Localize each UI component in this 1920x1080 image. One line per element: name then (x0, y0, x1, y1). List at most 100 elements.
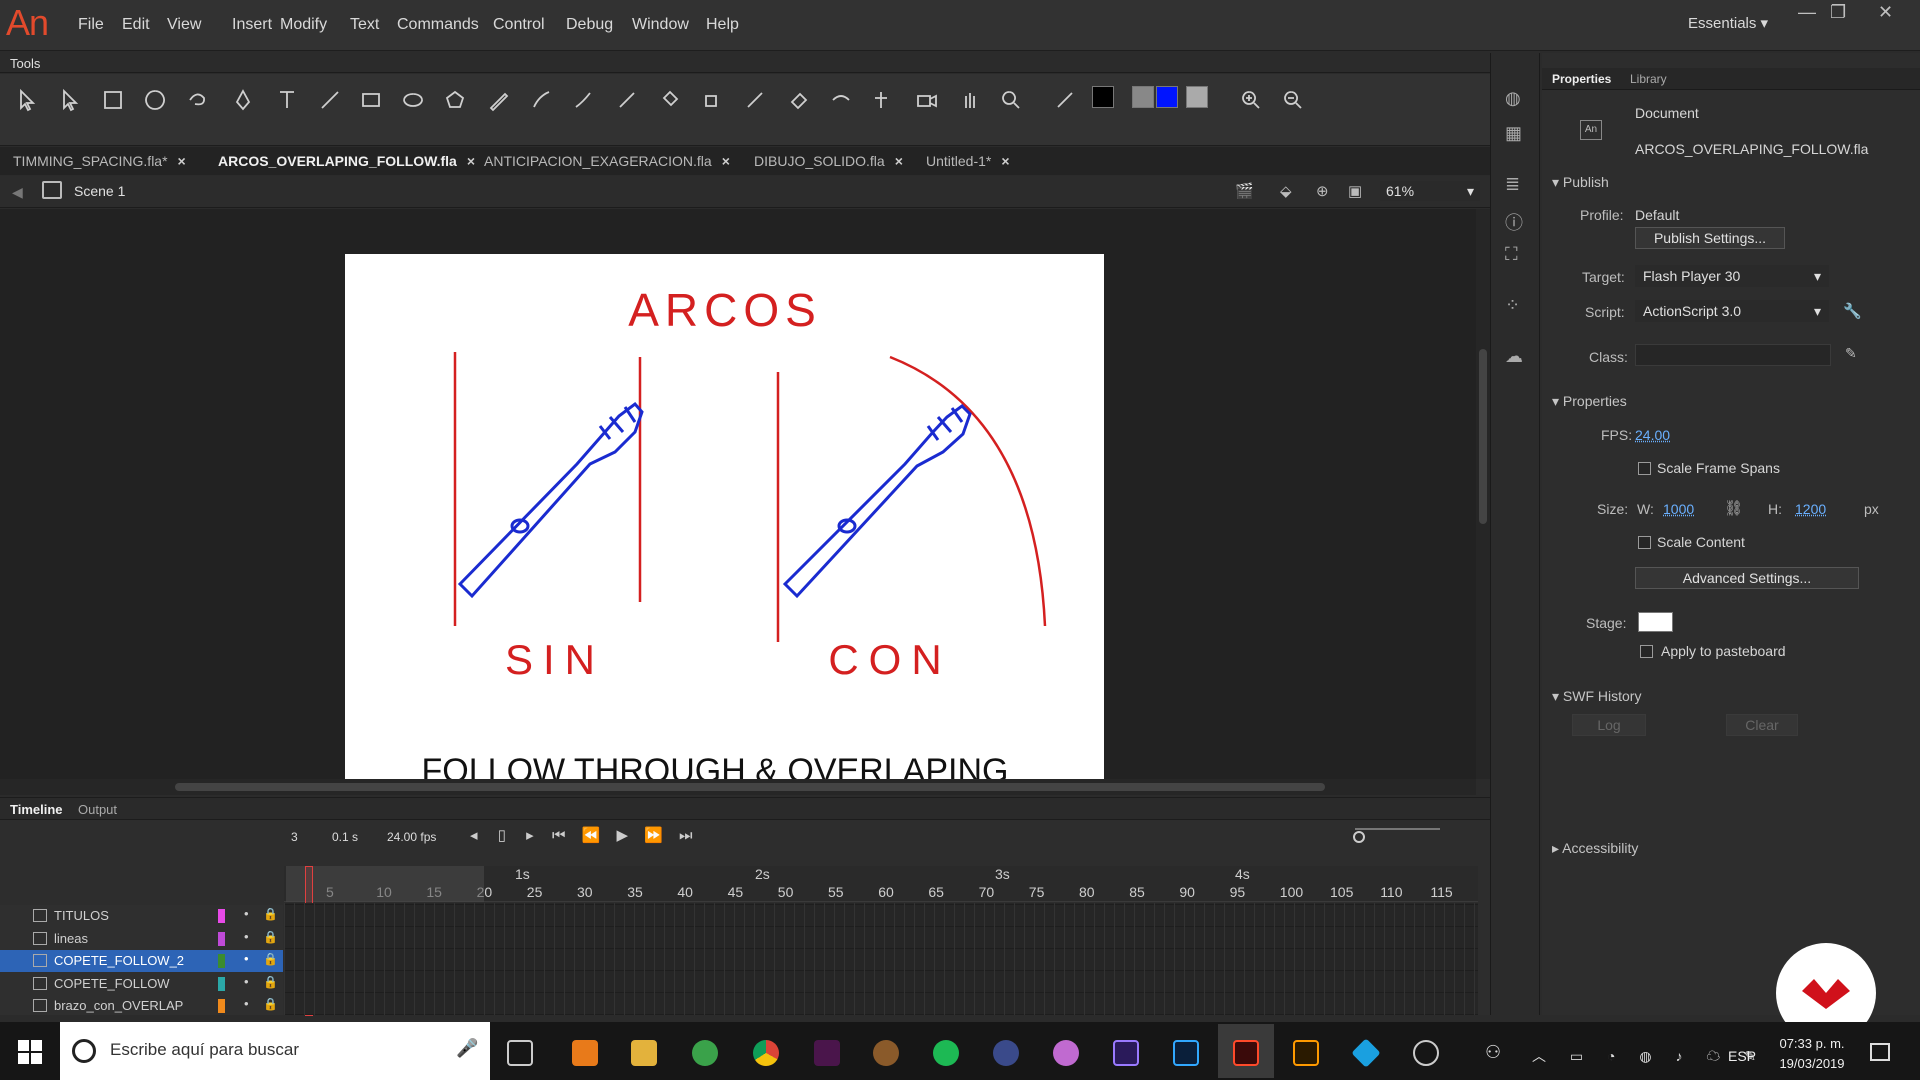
script-dropdown[interactable]: ActionScript 3.0 ▾ (1635, 300, 1829, 322)
after-effects-icon[interactable] (1113, 1040, 1139, 1066)
close-tab-icon[interactable]: × (178, 153, 186, 169)
task-view-icon[interactable] (507, 1040, 533, 1066)
zoom-out-icon[interactable] (1278, 85, 1308, 115)
3d-rotation-icon[interactable] (140, 85, 170, 115)
tab-document-1[interactable]: ARCOS_OVERLAPING_FOLLOW.fla × (218, 147, 475, 175)
brush-tool-icon[interactable] (526, 85, 556, 115)
visibility-dot-icon[interactable]: • (244, 906, 249, 921)
visibility-dot-icon[interactable]: • (244, 974, 249, 989)
close-tab-icon[interactable]: × (895, 153, 903, 169)
height-value[interactable]: 1200 (1795, 501, 1826, 517)
visibility-dot-icon[interactable]: • (244, 929, 249, 944)
visibility-dot-icon[interactable]: • (244, 951, 249, 966)
vertical-scrollbar[interactable] (1476, 209, 1490, 779)
layer-color-swatch[interactable] (218, 999, 225, 1013)
app-icon-1[interactable] (572, 1040, 598, 1066)
layer-row[interactable]: COPETE_FOLLOW_2 • 🔒 (0, 950, 283, 972)
scroll-thumb[interactable] (1479, 349, 1487, 524)
menu-insert[interactable]: Insert (232, 16, 272, 34)
taskbar-search[interactable]: Escribe aquí para buscar 🎤 (60, 1022, 490, 1080)
tab-library[interactable]: Library (1630, 72, 1667, 86)
layer-row[interactable]: brazo_con_OVERLAP • 🔒 (0, 995, 283, 1017)
swf-history-section[interactable]: ▾ SWF History (1552, 688, 1641, 705)
camera-icon[interactable] (912, 85, 942, 115)
lock-icon[interactable]: 🔒 (263, 907, 278, 921)
oval-tool-icon[interactable] (398, 85, 428, 115)
line-tool-icon[interactable] (315, 85, 345, 115)
subselection-tool-icon[interactable] (55, 85, 85, 115)
properties-section[interactable]: ▾ Properties (1552, 393, 1627, 410)
zoom-in-icon[interactable] (1236, 85, 1266, 115)
components-icon[interactable]: ⁘ (1505, 295, 1520, 316)
swap-colors-icon[interactable] (1186, 86, 1208, 108)
ink-bottle-icon[interactable] (697, 85, 727, 115)
clip-icon[interactable]: ▣ (1348, 182, 1362, 200)
windows-start-icon[interactable] (18, 1040, 42, 1064)
transform-icon[interactable]: ⛶ (1505, 244, 1518, 265)
edit-symbol-icon[interactable]: ⬙ (1280, 182, 1292, 200)
lock-icon[interactable]: 🔒 (263, 997, 278, 1011)
apply-pasteboard-checkbox[interactable] (1640, 645, 1653, 658)
tab-document-4[interactable]: Untitled-1* × (926, 147, 1010, 175)
fps-value[interactable]: 24.00 (1635, 427, 1670, 443)
clear-button[interactable]: Clear (1726, 714, 1798, 736)
menu-control[interactable]: Control (493, 16, 545, 34)
menu-debug[interactable]: Debug (566, 16, 613, 34)
tab-output[interactable]: Output (78, 802, 117, 817)
layer-color-swatch[interactable] (218, 977, 225, 991)
lock-icon[interactable]: 🔒 (263, 975, 278, 989)
publish-section[interactable]: ▾ Publish (1552, 174, 1609, 191)
layer-row[interactable]: COPETE_FOLLOW • 🔒 (0, 973, 283, 995)
swatches-icon[interactable]: ▦ (1505, 123, 1522, 144)
app-icon-obs[interactable] (1413, 1040, 1439, 1066)
pencil-tool-icon[interactable] (484, 85, 514, 115)
motion-editor-icon[interactable]: ◍ (1505, 88, 1521, 109)
minimize-icon[interactable]: — (1798, 2, 1816, 23)
wrench-icon[interactable]: 🔧 (1843, 302, 1862, 320)
fill-swatch-gray[interactable] (1132, 86, 1154, 108)
microphone-icon[interactable]: 🎤 (456, 1038, 478, 1059)
spotify-icon[interactable] (933, 1040, 959, 1066)
restore-icon[interactable]: ❐ (1830, 2, 1846, 23)
workspace-switcher[interactable]: Essentials ▾ (1688, 14, 1768, 32)
photoshop-icon[interactable] (1173, 1040, 1199, 1066)
pin-tool-icon[interactable] (866, 85, 896, 115)
selection-tool-icon[interactable] (12, 85, 42, 115)
log-button[interactable]: Log (1572, 714, 1646, 736)
menu-text[interactable]: Text (350, 16, 379, 34)
close-window-icon[interactable]: ✕ (1878, 2, 1893, 23)
clock-time[interactable]: 07:33 p. m. (1772, 1036, 1852, 1051)
visibility-dot-icon[interactable]: • (244, 996, 249, 1011)
animate-icon[interactable] (1233, 1040, 1259, 1066)
horizontal-scrollbar[interactable] (0, 779, 1476, 795)
link-icon[interactable]: ⛓ (1724, 499, 1743, 517)
close-tab-icon[interactable]: × (1001, 153, 1009, 169)
paint-bucket-icon[interactable] (655, 85, 685, 115)
menu-commands[interactable]: Commands (397, 16, 479, 34)
eyedropper-icon[interactable] (740, 85, 770, 115)
bone-tool-icon[interactable] (612, 85, 642, 115)
app-icon-evernote[interactable] (692, 1040, 718, 1066)
tab-document-3[interactable]: DIBUJO_SOLIDO.fla × (754, 147, 903, 175)
stroke-color-icon[interactable] (1050, 85, 1080, 115)
lasso-tool-icon[interactable] (182, 85, 212, 115)
file-explorer-icon[interactable] (631, 1040, 657, 1066)
layer-row[interactable]: TITULOS • 🔒 (0, 905, 283, 927)
layer-color-swatch[interactable] (218, 909, 225, 923)
align-icon[interactable]: ≣ (1505, 174, 1520, 195)
slack-icon[interactable] (814, 1040, 840, 1066)
zoom-dropdown[interactable]: 61% ▾ (1380, 181, 1480, 201)
width-value[interactable]: 1000 (1663, 501, 1694, 517)
menu-file[interactable]: File (78, 16, 104, 34)
advanced-settings-button[interactable]: Advanced Settings... (1635, 567, 1859, 589)
free-transform-icon[interactable] (98, 85, 128, 115)
layer-color-swatch[interactable] (218, 932, 225, 946)
width-tool-icon[interactable] (826, 85, 856, 115)
menu-window[interactable]: Window (632, 16, 689, 34)
tab-properties[interactable]: Properties (1552, 72, 1611, 86)
menu-view[interactable]: View (167, 16, 201, 34)
clock-date[interactable]: 19/03/2019 (1772, 1056, 1852, 1071)
scale-frame-spans-checkbox[interactable] (1638, 462, 1651, 475)
frame-grid[interactable] (284, 903, 1478, 1015)
close-tab-icon[interactable]: × (722, 153, 730, 169)
